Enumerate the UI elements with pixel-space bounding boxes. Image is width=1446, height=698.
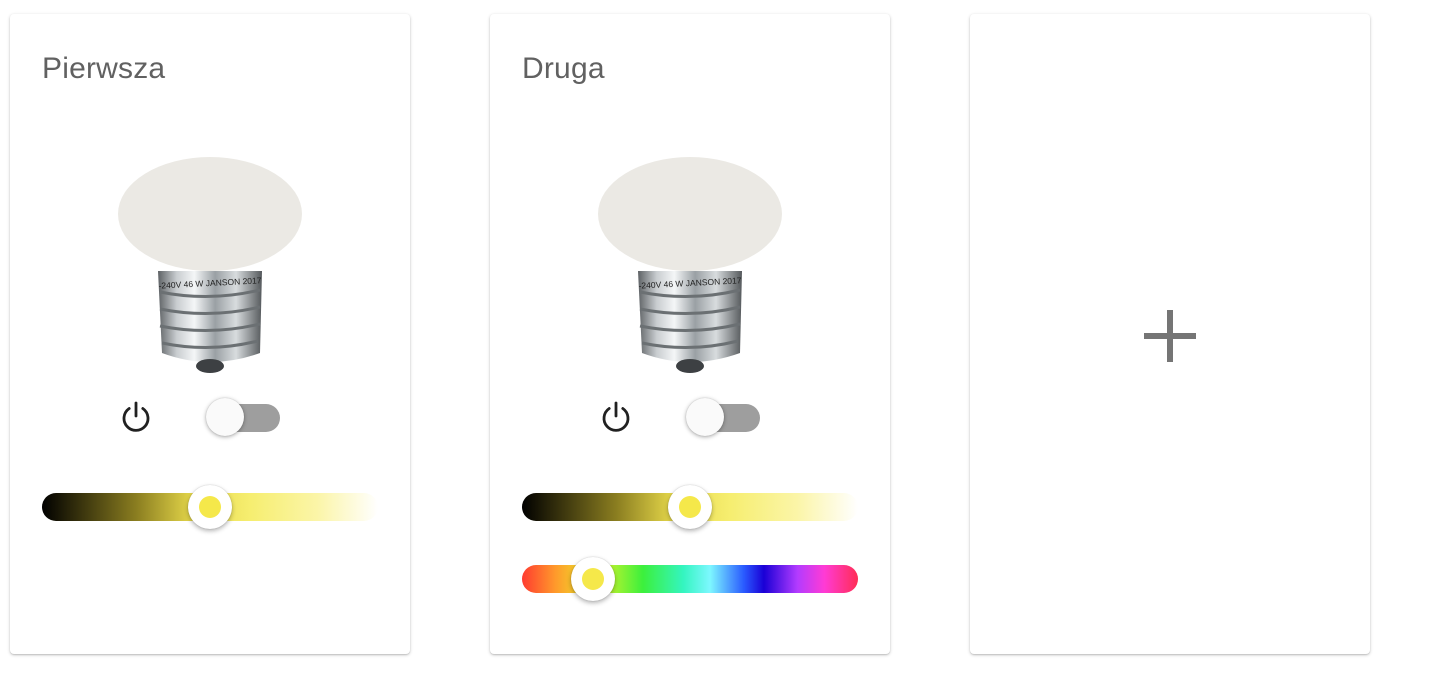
toggle-knob[interactable]: [686, 398, 724, 436]
card-title: Druga: [522, 52, 605, 85]
toggle-knob[interactable]: [206, 398, 244, 436]
power-icon[interactable]: [118, 399, 154, 435]
brightness-slider[interactable]: [42, 485, 378, 529]
brightness-slider[interactable]: [522, 485, 858, 529]
thumb-dot: [581, 568, 604, 590]
hue-thumb[interactable]: [570, 557, 615, 601]
power-toggle[interactable]: [206, 398, 282, 438]
plus-bar-vertical: [1167, 310, 1173, 362]
power-toggle[interactable]: [686, 398, 762, 438]
bulb-card-druga: Druga -240V 46 W JANSON 2017: [490, 14, 890, 654]
light-bulb-icon: -240V 46 W JANSON 2017: [118, 157, 302, 373]
light-bulb-icon: -240V 46 W JANSON 2017: [598, 157, 782, 373]
bulb-card-pierwsza: Pierwsza -240V 46 W JANSON 2017: [10, 14, 410, 654]
plus-icon[interactable]: [1144, 310, 1196, 362]
thumb-dot: [679, 496, 701, 518]
card-title: Pierwsza: [42, 52, 166, 85]
thumb-dot: [199, 496, 221, 518]
power-icon[interactable]: [598, 399, 634, 435]
color-hue-slider[interactable]: [522, 557, 858, 601]
add-bulb-card[interactable]: [970, 14, 1370, 654]
brightness-thumb[interactable]: [188, 485, 232, 529]
brightness-thumb[interactable]: [668, 485, 712, 529]
